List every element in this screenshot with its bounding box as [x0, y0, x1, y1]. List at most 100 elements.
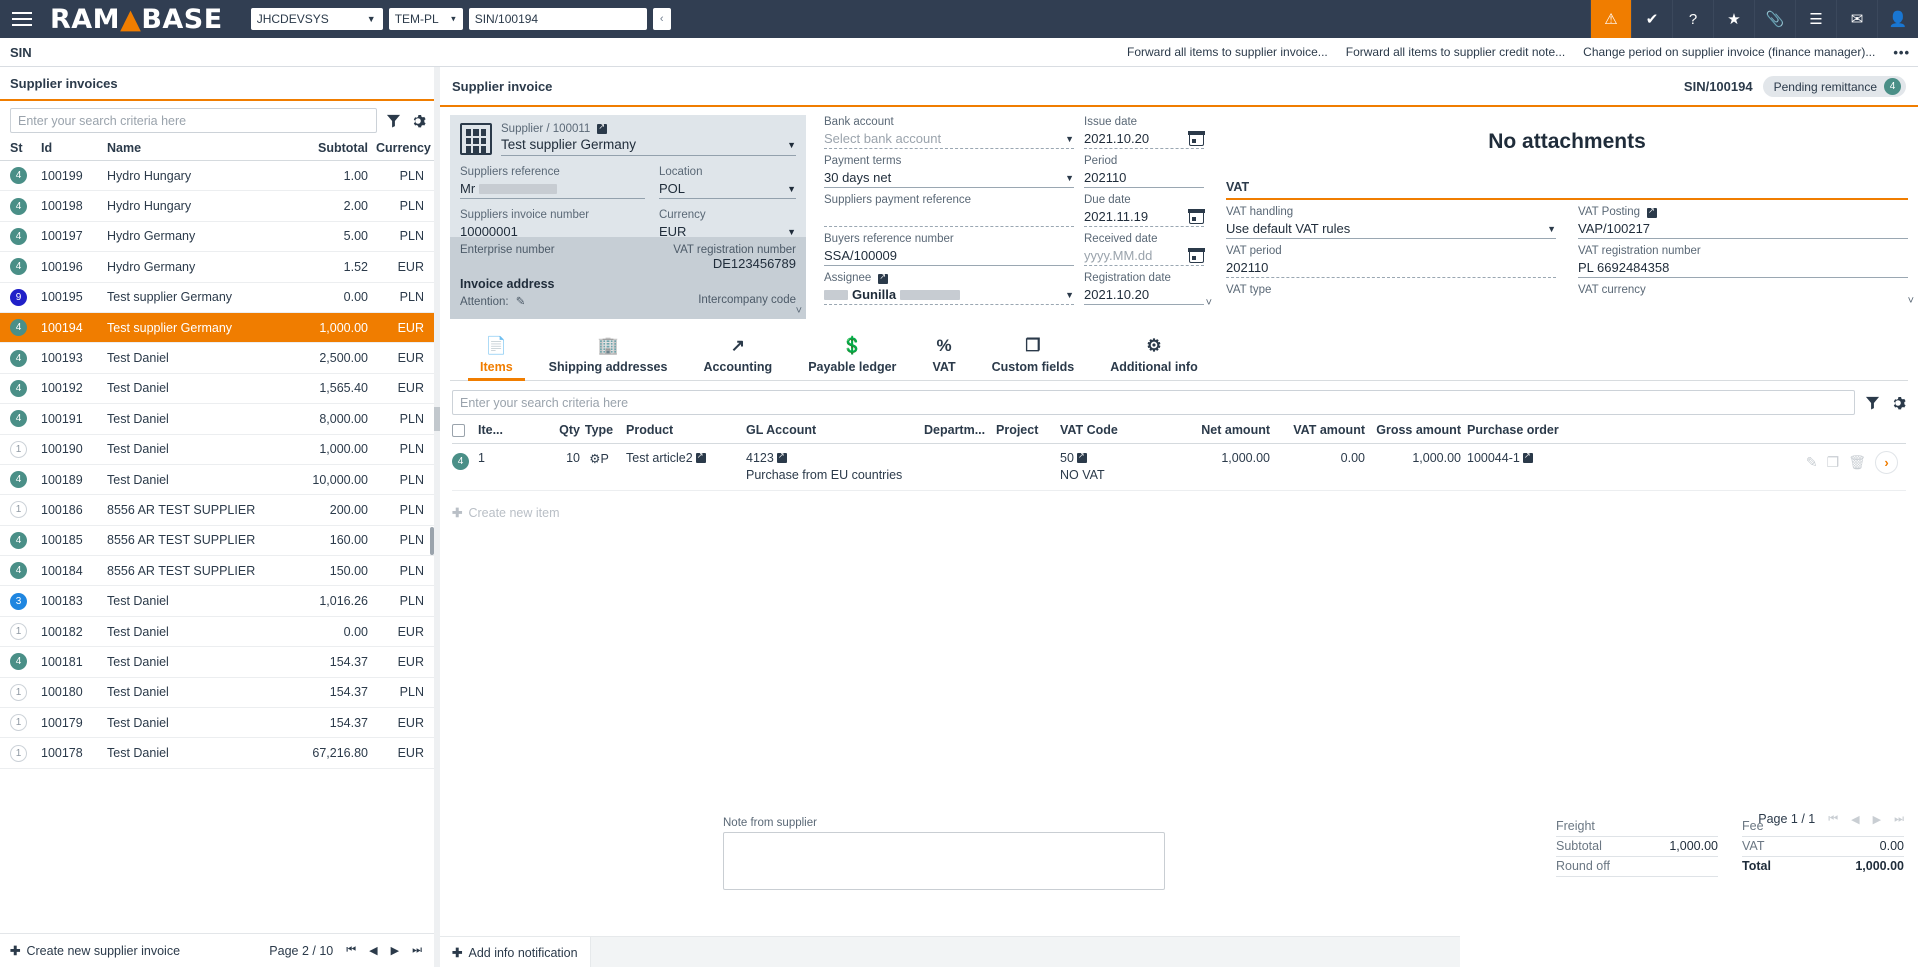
first-page-icon[interactable]: ⏮ — [346, 944, 356, 957]
tab-shipping-addresses[interactable]: 🏢Shipping addresses — [531, 337, 686, 380]
table-row[interactable]: 4100181Test Daniel154.37EUR — [0, 647, 434, 677]
vat-posting-field[interactable]: VAP/100217 — [1578, 220, 1908, 239]
table-row[interactable]: 3100183Test Daniel1,016.26PLN — [0, 586, 434, 616]
next-page-icon[interactable]: ▶ — [391, 944, 399, 957]
table-row[interactable]: 9100195Test supplier Germany0.00PLN — [0, 283, 434, 313]
expand-chevron-icon[interactable]: ˅ — [1908, 295, 1914, 307]
open-link-icon[interactable] — [777, 453, 787, 463]
filter-icon[interactable] — [386, 113, 401, 128]
table-row[interactable]: 1100190Test Daniel1,000.00PLN — [0, 435, 434, 465]
period-field[interactable]: 202110 — [1084, 169, 1204, 188]
tab-payable-ledger[interactable]: 💲Payable ledger — [790, 337, 914, 380]
registration-date-field[interactable]: 2021.10.20 — [1084, 286, 1204, 305]
tasks-icon[interactable]: ☰ — [1795, 0, 1836, 38]
bank-account-field[interactable]: Select bank account ▼ — [824, 130, 1074, 149]
action-forward-credit-note[interactable]: Forward all items to supplier credit not… — [1346, 45, 1565, 59]
table-row[interactable]: 4100193Test Daniel2,500.00EUR — [0, 343, 434, 373]
table-row[interactable]: 4100189Test Daniel10,000.00PLN — [0, 465, 434, 495]
more-actions-icon[interactable]: ••• — [1893, 45, 1910, 60]
create-new-supplier-invoice-button[interactable]: ✚ Create new supplier invoice — [10, 943, 180, 958]
open-link-icon[interactable] — [1523, 453, 1533, 463]
tab-additional-info[interactable]: ⚙Additional info — [1092, 337, 1215, 380]
expand-chevron-icon[interactable]: ˅ — [796, 305, 802, 317]
location-field[interactable]: POL ▼ — [659, 180, 796, 199]
tab-vat[interactable]: %VAT — [914, 337, 973, 380]
gear-icon[interactable] — [410, 113, 426, 129]
suppliers-payment-reference-field[interactable] — [824, 208, 1074, 227]
issue-date-field[interactable]: 2021.10.20 — [1084, 130, 1204, 149]
vat-period-field[interactable]: 202110 — [1226, 259, 1556, 278]
tab-custom-fields[interactable]: ❐Custom fields — [974, 337, 1093, 380]
panel-resize-handle[interactable] — [434, 407, 440, 431]
open-link-icon[interactable] — [597, 124, 607, 134]
last-page-icon[interactable]: ⏭ — [412, 944, 422, 957]
fee-row[interactable]: Fee — [1742, 817, 1904, 837]
vat-registration-number-field[interactable]: PL 6692484358 — [1578, 259, 1908, 278]
payment-terms-field[interactable]: 30 days net ▼ — [824, 169, 1074, 188]
table-row[interactable]: 41001848556 AR TEST SUPPLIER150.00PLN — [0, 556, 434, 586]
open-link-icon[interactable] — [696, 453, 706, 463]
alert-icon[interactable]: ⚠ — [1590, 0, 1631, 38]
open-link-icon[interactable] — [878, 274, 888, 284]
user-icon[interactable]: 👤 — [1877, 0, 1918, 38]
table-row[interactable]: 1100180Test Daniel154.37PLN — [0, 678, 434, 708]
table-row[interactable]: 4100197Hydro Germany5.00PLN — [0, 222, 434, 252]
help-icon[interactable]: ? — [1672, 0, 1713, 38]
table-row[interactable]: 11001868556 AR TEST SUPPLIER200.00PLN — [0, 495, 434, 525]
table-row[interactable]: 4100191Test Daniel8,000.00PLN — [0, 404, 434, 434]
due-date-field[interactable]: 2021.11.19 — [1084, 208, 1204, 227]
calendar-icon[interactable] — [1189, 249, 1204, 263]
table-row[interactable]: 4100192Test Daniel1,565.40EUR — [0, 374, 434, 404]
tab-items[interactable]: 📄Items — [462, 337, 531, 380]
roundoff-row[interactable]: Round off — [1556, 857, 1718, 877]
approve-icon[interactable]: ✔ — [1631, 0, 1672, 38]
tab-accounting[interactable]: ↗Accounting — [685, 337, 790, 380]
gear-icon[interactable] — [1890, 395, 1906, 411]
vat-handling-field[interactable]: Use default VAT rules ▼ — [1226, 220, 1556, 239]
location-select[interactable] — [389, 8, 463, 30]
expand-chevron-icon[interactable]: ˅ — [1206, 297, 1212, 309]
copy-icon[interactable]: ❐ — [1827, 454, 1840, 471]
table-row[interactable]: 1100179Test Daniel154.37EUR — [0, 708, 434, 738]
select-all-checkbox[interactable] — [452, 422, 478, 437]
create-new-item-button[interactable]: ✚ Create new item — [440, 491, 1918, 534]
edit-icon[interactable]: ✎ — [1806, 454, 1818, 471]
items-search-input[interactable] — [452, 390, 1855, 415]
table-row[interactable]: 41001858556 AR TEST SUPPLIER160.00PLN — [0, 526, 434, 556]
open-link-icon[interactable] — [1077, 453, 1087, 463]
note-from-supplier-textarea[interactable] — [723, 832, 1165, 890]
freight-row[interactable]: Freight — [1556, 817, 1718, 837]
table-row[interactable]: 4100194Test supplier Germany1,000.00EUR — [0, 313, 434, 343]
company-select[interactable] — [251, 8, 383, 30]
mail-icon[interactable]: ✉ — [1836, 0, 1877, 38]
menu-icon[interactable] — [0, 0, 44, 38]
received-date-field[interactable]: yyyy.MM.dd — [1084, 247, 1204, 266]
favorites-icon[interactable]: ★ — [1713, 0, 1754, 38]
edit-icon[interactable]: ✎ — [516, 296, 526, 308]
table-row[interactable]: 4100199Hydro Hungary1.00PLN — [0, 161, 434, 191]
back-button[interactable]: ‹ — [653, 8, 671, 30]
status-badge[interactable]: Pending remittance 4 — [1763, 76, 1906, 97]
table-row[interactable]: 4100196Hydro Germany1.52EUR — [0, 252, 434, 282]
buyers-reference-number-field[interactable]: SSA/100009 — [824, 247, 1074, 266]
supplier-name-field[interactable]: Test supplier Germany ▼ — [501, 135, 796, 156]
attachment-icon[interactable]: 📎 — [1754, 0, 1795, 38]
previous-page-icon[interactable]: ◀ — [369, 944, 377, 957]
add-info-notification-button[interactable]: ✚ Add info notification — [440, 937, 591, 967]
calendar-icon[interactable] — [1189, 132, 1204, 146]
filter-icon[interactable] — [1865, 395, 1880, 410]
table-row[interactable]: 4100198Hydro Hungary2.00PLN — [0, 191, 434, 221]
action-change-period[interactable]: Change period on supplier invoice (finan… — [1583, 45, 1875, 59]
action-forward-invoice[interactable]: Forward all items to supplier invoice... — [1127, 45, 1328, 59]
assignee-field[interactable]: Gunilla ▼ — [824, 286, 1074, 305]
table-row[interactable]: 1100182Test Daniel0.00EUR — [0, 617, 434, 647]
search-input[interactable] — [10, 108, 377, 133]
table-row[interactable]: 1100178Test Daniel67,216.80EUR — [0, 738, 434, 768]
delete-icon[interactable]: 🗑 — [1848, 454, 1866, 471]
open-link-icon[interactable] — [1647, 208, 1657, 218]
open-row-button[interactable]: › — [1875, 451, 1898, 474]
calendar-icon[interactable] — [1189, 210, 1204, 224]
suppliers-reference-field[interactable]: Mr — [460, 180, 645, 199]
table-row[interactable]: 4110⚙PTest article24123Purchase from EU … — [452, 444, 1906, 491]
global-search-input[interactable] — [469, 8, 647, 30]
